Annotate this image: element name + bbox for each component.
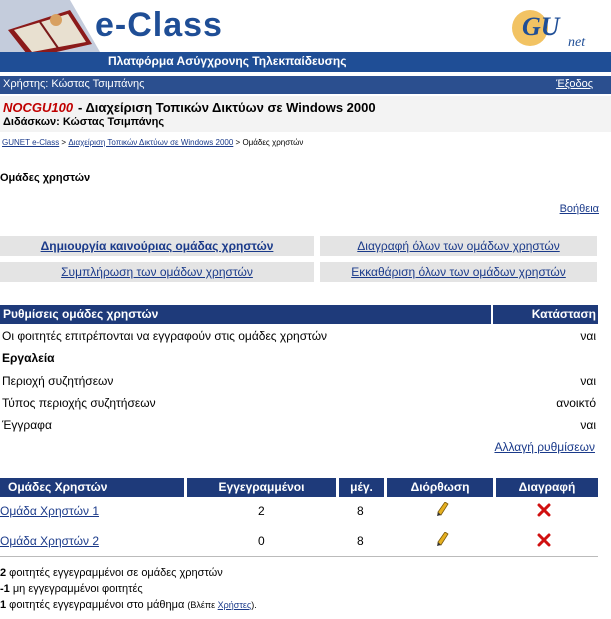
group-name-link[interactable]: Ομάδα Χρηστών 1 — [0, 504, 99, 518]
create-group-link[interactable]: Δημιουργία καινούριας ομάδας χρηστών — [41, 239, 274, 253]
group-max-count: 8 — [357, 504, 364, 518]
group-registered-count: 2 — [258, 504, 265, 518]
settings-row-label: Οι φοιτητές επιτρέπονται να εγγραφούν στ… — [2, 329, 328, 343]
svg-text:net: net — [568, 35, 586, 50]
group-max-count: 8 — [357, 534, 364, 548]
header-banner: e-Class Πλατφόρμα Ασύγχρονης Τηλεκπαίδευ… — [0, 0, 611, 72]
breadcrumb-current: Ομάδες χρηστών — [242, 138, 304, 147]
users-link[interactable]: Χρήστες — [218, 600, 252, 610]
fill-groups-link[interactable]: Συμπλήρωση των ομάδων χρηστών — [61, 265, 253, 279]
settings-section-label: Εργαλεία — [2, 351, 55, 365]
user-bar: Χρήστης: Κώστας Τσιμπάνης Έξοδος — [0, 76, 611, 94]
fill-groups-button[interactable]: Συμπλήρωση των ομάδων χρηστών — [0, 262, 314, 282]
delete-x-icon[interactable] — [537, 533, 551, 547]
course-code: NOCGU100 — [3, 100, 74, 115]
stats-registered-in-groups: 2 φοιτητές εγγεγραμμένοι σε ομάδες χρηστ… — [0, 567, 223, 579]
stats-number: -1 — [0, 583, 10, 595]
breadcrumb-home-link[interactable]: GUNET e-Class — [2, 138, 59, 147]
logout-link[interactable]: Έξοδος — [556, 78, 593, 90]
pencil-icon[interactable] — [437, 502, 449, 516]
settings-row-value: ναι — [580, 374, 596, 388]
table-row: Ομάδα Χρηστών 1 2 8 — [0, 500, 598, 526]
column-header-edit: Διόρθωση — [387, 478, 493, 497]
settings-row-value: ναι — [580, 418, 596, 432]
status-header: Κατάσταση — [493, 305, 598, 324]
stats-text: φοιτητές εγγεγραμμένοι σε ομάδες χρηστών — [6, 567, 223, 579]
settings-row-label: Τύπος περιοχής συζητήσεων — [2, 396, 156, 410]
stats-text: μη εγγεγραμμένοι φοιτητές — [9, 583, 143, 595]
settings-row-label: Έγγραφα — [2, 418, 52, 432]
svg-text:GU: GU — [522, 12, 561, 41]
breadcrumb-separator: > — [59, 138, 69, 147]
delete-all-groups-button[interactable]: Διαγραφή όλων των ομάδων χρηστών — [320, 236, 597, 256]
help-link[interactable]: Βοήθεια — [560, 203, 599, 215]
eclass-logo-text: e-Class — [95, 6, 223, 44]
course-header: NOCGU100 - Διαχείριση Τοπικών Δικτύων σε… — [0, 96, 611, 132]
course-name: - Διαχείριση Τοπικών Δικτύων σε Windows … — [78, 100, 376, 115]
settings-row-value: ναι — [580, 329, 596, 343]
change-settings-link[interactable]: Αλλαγή ρυθμίσεων — [494, 440, 595, 454]
breadcrumb: GUNET e-Class > Διαχείριση Τοπικών Δικτύ… — [2, 138, 303, 147]
group-name-link[interactable]: Ομάδα Χρηστών 2 — [0, 534, 99, 548]
current-user-label: Χρήστης: Κώστας Τσιμπάνης — [3, 78, 145, 90]
page-title: Ομάδες χρηστών — [0, 172, 91, 184]
clean-groups-button[interactable]: Εκκαθάριση όλων των ομάδων χρηστών — [320, 262, 597, 282]
column-header-groups: Ομάδες Χρηστών — [0, 478, 184, 497]
stats-end-text: ). — [251, 600, 257, 610]
pencil-icon[interactable] — [437, 532, 449, 546]
stats-unregistered: -1 μη εγγεγραμμένοι φοιτητές — [0, 583, 143, 595]
stats-see-text: (Βλέπε — [187, 600, 218, 610]
delete-x-icon[interactable] — [537, 503, 551, 517]
groups-table-header: Ομάδες Χρηστών Εγγεγραμμένοι μέγ. Διόρθω… — [0, 478, 598, 497]
create-group-button[interactable]: Δημιουργία καινούριας ομάδας χρηστών — [0, 236, 314, 256]
settings-row-value: ανοικτό — [556, 396, 596, 410]
stats-registered-in-course: 1 φοιτητές εγγεγραμμένοι στο μάθημα (Βλέ… — [0, 599, 257, 611]
group-registered-count: 0 — [258, 534, 265, 548]
gunet-logo-icon: GU net — [512, 10, 586, 50]
column-header-delete: Διαγραφή — [496, 478, 598, 497]
stats-text: φοιτητές εγγεγραμμένοι στο μάθημα — [6, 599, 188, 611]
table-row: Ομάδα Χρηστών 2 0 8 — [0, 530, 598, 556]
clean-groups-link[interactable]: Εκκαθάριση όλων των ομάδων χρηστών — [351, 265, 566, 279]
settings-row-label: Περιοχή συζητήσεων — [2, 374, 114, 388]
column-header-max: μέγ. — [339, 478, 384, 497]
settings-header: Ρυθμίσεις ομάδες χρηστών — [0, 305, 491, 324]
course-teacher: Διδάσκων: Κώστας Τσιμπάνης — [3, 116, 165, 128]
delete-all-groups-link[interactable]: Διαγραφή όλων των ομάδων χρηστών — [357, 239, 559, 253]
column-header-registered: Εγγεγραμμένοι — [187, 478, 336, 497]
breadcrumb-course-link[interactable]: Διαχείριση Τοπικών Δικτύων σε Windows 20… — [68, 138, 233, 147]
table-divider — [0, 556, 598, 557]
banner-subtitle: Πλατφόρμα Ασύγχρονης Τηλεκπαίδευσης — [108, 54, 347, 68]
